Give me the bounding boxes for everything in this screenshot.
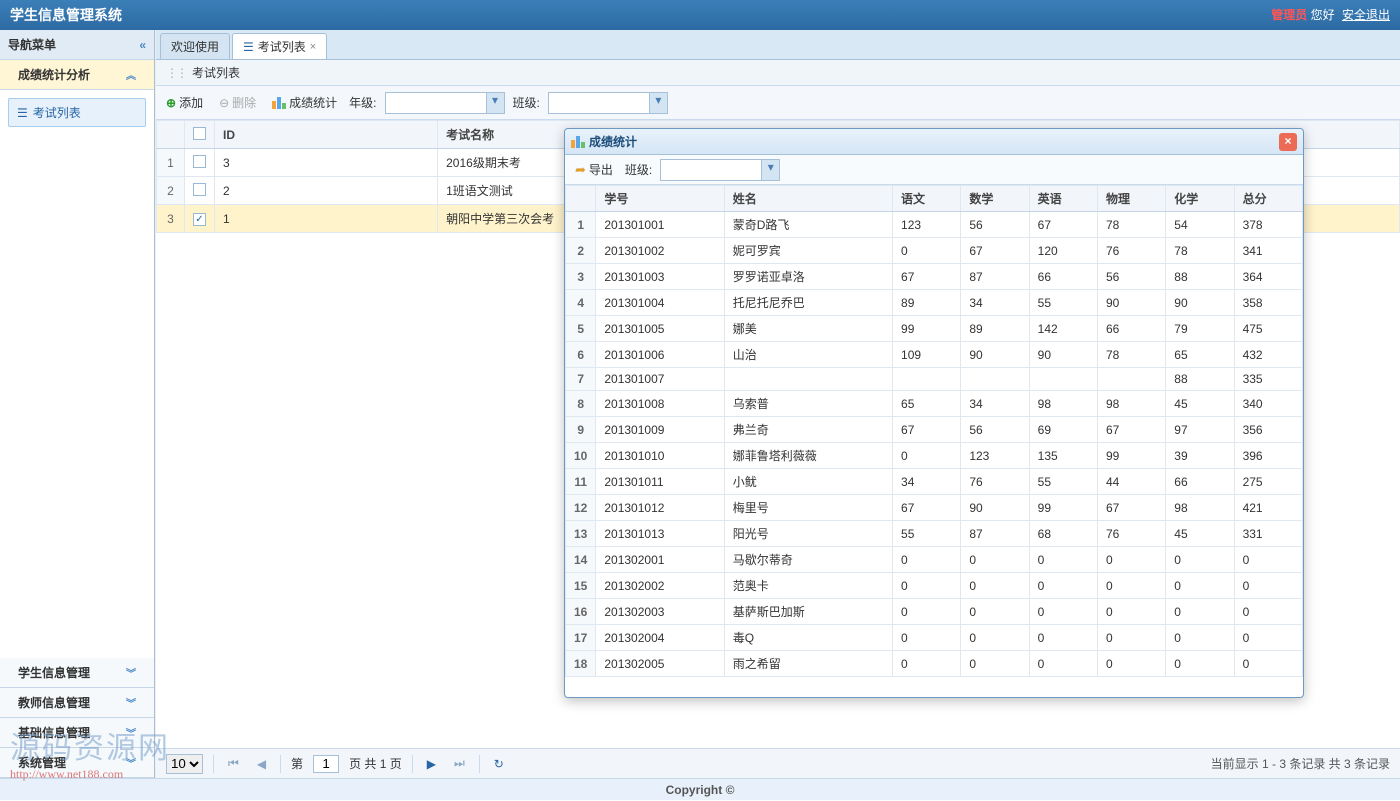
nav-title: 导航菜单: [8, 36, 56, 53]
bar-chart-icon: [571, 136, 585, 148]
export-button[interactable]: ➦导出: [571, 159, 617, 180]
table-row[interactable]: 2201301002妮可罗宾0671207678341: [566, 238, 1303, 264]
class-label: 班级:: [513, 94, 540, 111]
list-icon: ☰: [243, 34, 254, 60]
table-row[interactable]: 16201302003基萨斯巴加斯000000: [566, 599, 1303, 625]
minus-icon: ⊖: [219, 96, 229, 110]
table-row[interactable]: 12201301012梅里号6790996798421: [566, 495, 1303, 521]
chevron-up-icon: ︽: [126, 67, 136, 82]
table-row[interactable]: 18201302005雨之希留000000: [566, 651, 1303, 677]
dialog-class-select[interactable]: ▾: [660, 159, 780, 181]
col-header[interactable]: 总分: [1234, 186, 1302, 212]
table-row[interactable]: 6201301006山治10990907865432: [566, 342, 1303, 368]
table-row[interactable]: 15201302002范奥卡000000: [566, 573, 1303, 599]
table-row[interactable]: 720130100788335: [566, 368, 1303, 391]
close-icon[interactable]: ×: [1279, 133, 1297, 151]
stats-button[interactable]: 成绩统计: [268, 92, 341, 113]
export-icon: ➦: [575, 162, 586, 178]
stats-table[interactable]: 学号姓名语文数学英语物理化学总分 1201301001蒙奇D路飞12356677…: [565, 185, 1303, 697]
chevron-down-icon: ︾: [126, 725, 136, 740]
accordion-stats[interactable]: 成绩统计分析 ︽: [0, 60, 154, 90]
add-button[interactable]: ⊕添加: [162, 92, 207, 113]
col-header[interactable]: 语文: [893, 186, 961, 212]
grade-label: 年级:: [349, 94, 376, 111]
table-row[interactable]: 3201301003罗罗诺亚卓洛6787665688364: [566, 264, 1303, 290]
tabbar: 欢迎使用 ☰ 考试列表 ×: [156, 30, 1400, 60]
plus-icon: ⊕: [166, 96, 176, 110]
col-header[interactable]: 数学: [961, 186, 1029, 212]
col-header[interactable]: 化学: [1166, 186, 1234, 212]
class-select[interactable]: ▾: [548, 92, 668, 114]
refresh-button[interactable]: ↻: [490, 757, 508, 771]
accordion-base[interactable]: 基础信息管理︾: [0, 718, 154, 748]
grade-select[interactable]: ▾: [385, 92, 505, 114]
accordion-label: 成绩统计分析: [18, 66, 90, 83]
chevron-down-icon: ︾: [126, 755, 136, 770]
col-id[interactable]: ID: [215, 121, 438, 149]
header-right: 管理员 您好 安全退出: [1271, 0, 1390, 30]
footer: Copyright ©: [0, 778, 1400, 800]
toolbar: ⊕添加 ⊖删除 成绩统计 年级: ▾ 班级: ▾: [156, 86, 1400, 120]
table-row[interactable]: 5201301005娜美99891426679475: [566, 316, 1303, 342]
table-row[interactable]: 8201301008乌索普6534989845340: [566, 391, 1303, 417]
next-page-button[interactable]: ▶: [423, 757, 440, 771]
dialog-header[interactable]: 成绩统计 ×: [565, 129, 1303, 155]
chevron-down-icon: ▾: [649, 93, 667, 113]
main: 欢迎使用 ☰ 考试列表 × ⋮⋮ 考试列表 ⊕添加 ⊖删除 成绩统计 年级: ▾…: [155, 30, 1400, 778]
panel-title: 考试列表: [192, 60, 240, 86]
accordion-teacher[interactable]: 教师信息管理︾: [0, 688, 154, 718]
table-row[interactable]: 1201301001蒙奇D路飞12356677854378: [566, 212, 1303, 238]
collapse-icon[interactable]: «: [139, 38, 146, 52]
tree-item-examlist[interactable]: ☰ 考试列表: [8, 98, 146, 127]
chevron-down-icon: ︾: [126, 695, 136, 710]
list-icon: ☰: [17, 106, 28, 120]
close-icon[interactable]: ×: [310, 34, 316, 60]
tree-item-label: 考试列表: [33, 104, 81, 121]
table-row[interactable]: 11201301011小鱿3476554466275: [566, 469, 1303, 495]
pager-info: 当前显示 1 - 3 条记录 共 3 条记录: [1211, 755, 1390, 772]
chevron-down-icon: ▾: [486, 93, 504, 113]
nav-header: 导航菜单 «: [0, 30, 154, 60]
page-size-select[interactable]: 10: [166, 754, 203, 774]
accordion-body: ☰ 考试列表: [0, 90, 154, 658]
delete-button[interactable]: ⊖删除: [215, 92, 260, 113]
chevron-down-icon: ▾: [761, 160, 779, 180]
sidebar: 导航菜单 « 成绩统计分析 ︽ ☰ 考试列表 学生信息管理︾ 教师信息管理︾ 基…: [0, 30, 155, 778]
table-row[interactable]: 17201302004毒Q000000: [566, 625, 1303, 651]
col-check[interactable]: [185, 121, 215, 149]
logout-link[interactable]: 安全退出: [1342, 8, 1390, 22]
col-index: [157, 121, 185, 149]
col-header[interactable]: 学号: [596, 186, 724, 212]
chevron-down-icon: ︾: [126, 665, 136, 680]
col-header[interactable]: 物理: [1097, 186, 1165, 212]
first-page-button[interactable]: ⏮: [224, 756, 243, 771]
col-header[interactable]: 姓名: [724, 186, 892, 212]
greeting: 您好: [1311, 8, 1335, 22]
current-user: 管理员: [1271, 8, 1307, 22]
pager: 10 ⏮ ◀ 第 页 共 1 页 ▶ ⏭ ↻ 当前显示 1 - 3 条记录 共 …: [156, 748, 1400, 778]
table-row[interactable]: 9201301009弗兰奇6756696797356: [566, 417, 1303, 443]
dialog-toolbar: ➦导出 班级: ▾: [565, 155, 1303, 185]
dialog-class-label: 班级:: [625, 161, 652, 178]
table-row[interactable]: 10201301010娜菲鲁塔利薇薇01231359939396: [566, 443, 1303, 469]
accordion-student[interactable]: 学生信息管理︾: [0, 658, 154, 688]
accordion-system[interactable]: 系统管理︾: [0, 748, 154, 778]
tab-examlist[interactable]: ☰ 考试列表 ×: [232, 33, 327, 59]
app-title: 学生信息管理系统: [10, 0, 122, 30]
app-header: 学生信息管理系统 管理员 您好 安全退出: [0, 0, 1400, 30]
tab-welcome[interactable]: 欢迎使用: [160, 33, 230, 59]
table-row[interactable]: 4201301004托尼托尼乔巴8934559090358: [566, 290, 1303, 316]
col-header[interactable]: 英语: [1029, 186, 1097, 212]
bar-chart-icon: [272, 97, 286, 109]
table-row[interactable]: 14201302001马歇尔蒂奇000000: [566, 547, 1303, 573]
prev-page-button[interactable]: ◀: [253, 757, 270, 771]
last-page-button[interactable]: ⏭: [450, 756, 469, 771]
page-input[interactable]: [313, 755, 339, 773]
stats-dialog: 成绩统计 × ➦导出 班级: ▾ 学号姓名语文数学英语物理化学总分 120130…: [564, 128, 1304, 698]
table-row[interactable]: 13201301013阳光号5587687645331: [566, 521, 1303, 547]
grip-icon: ⋮⋮: [166, 60, 186, 86]
panel-header: ⋮⋮ 考试列表: [156, 60, 1400, 86]
